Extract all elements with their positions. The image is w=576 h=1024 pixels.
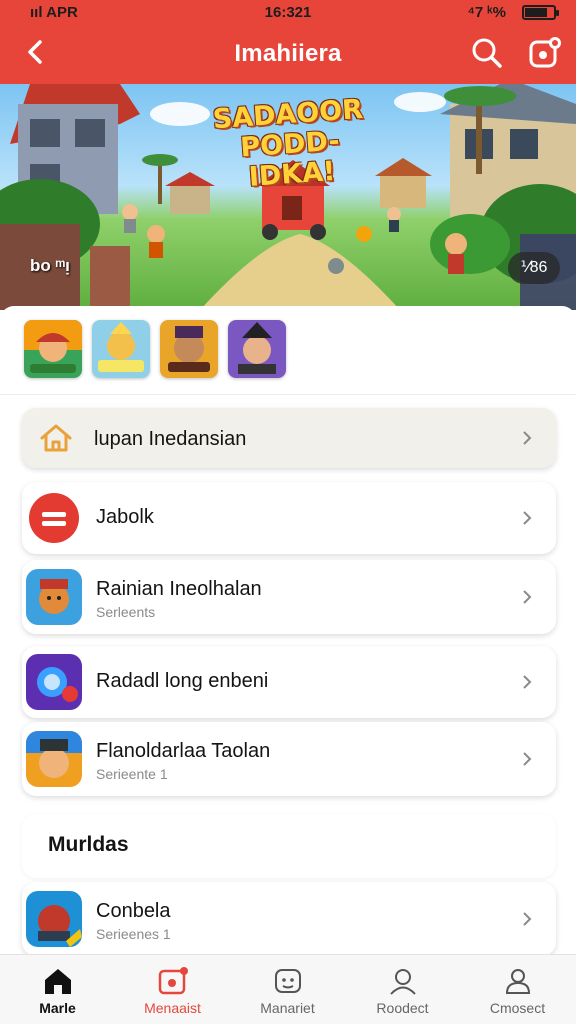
- tab-label: Menaaist: [144, 1000, 201, 1016]
- list-item-label: Conbela: [96, 900, 171, 922]
- list-item-label: Radadl long enbeni: [96, 670, 269, 692]
- game-icon: [26, 654, 82, 710]
- game-icon: [26, 731, 82, 787]
- notification-badge-icon: [529, 37, 561, 68]
- face-icon: [275, 969, 301, 993]
- list-item-subtitle: Serieente 1: [96, 766, 168, 782]
- chevron-right-icon: [523, 675, 532, 689]
- tab-home[interactable]: Marle: [0, 955, 115, 1024]
- game-icon: [26, 891, 82, 947]
- tab-label: Marle: [39, 1000, 76, 1016]
- list-item-subtitle: Serieenes 1: [96, 926, 171, 942]
- mini-app-1[interactable]: [24, 320, 82, 378]
- banner-title: SADAOOR PODD-IDKA!: [202, 94, 378, 196]
- home-icon: [40, 424, 72, 452]
- list-item-label: Flanoldarlaa Taolan: [96, 740, 271, 762]
- game-icon: [92, 320, 150, 378]
- chevron-right-icon: [523, 431, 532, 445]
- tab-label: Cmosect: [489, 1000, 546, 1016]
- battery-icon: [522, 5, 559, 20]
- tab-label: Manariet: [260, 1000, 315, 1016]
- inbox-icon: [158, 967, 188, 995]
- notifications-button[interactable]: [526, 34, 564, 72]
- tab-label: Roodect: [376, 1000, 429, 1016]
- list-item-label: Rainian Ineolhalan: [96, 578, 262, 600]
- banner-page-badge: ⅟86: [508, 252, 560, 284]
- chevron-right-icon: [523, 752, 532, 766]
- battery-percent: ⁴7 ᵏ%: [467, 4, 507, 21]
- profile-icon: [505, 969, 531, 994]
- bottom-tab-bar: Marle Menaaist Manariet Roodect Cmosect: [0, 954, 576, 1024]
- search-button[interactable]: [468, 34, 506, 72]
- chevron-right-icon: [523, 511, 532, 525]
- game-icon: [26, 569, 82, 625]
- person-icon: [390, 969, 416, 995]
- list-item-label: lupan Inedansian: [94, 428, 247, 450]
- game-icon: [24, 320, 82, 378]
- list-item[interactable]: Radadl long enbeni: [22, 646, 556, 718]
- mini-app-3[interactable]: [160, 320, 218, 378]
- red-circle-icon: [29, 493, 79, 543]
- mini-app-4[interactable]: [228, 320, 286, 378]
- status-bar: ııl APR 16:321 ⁴7 ᵏ%: [0, 0, 576, 26]
- list-item-subtitle: Serleents: [96, 604, 156, 620]
- game-icon: [228, 320, 286, 378]
- tab-inbox[interactable]: Menaaist: [115, 955, 230, 1024]
- app-header: ııl APR 16:321 ⁴7 ᵏ% Imahiiera: [0, 0, 576, 84]
- banner-label: bo ᵐᴉ: [30, 256, 70, 275]
- list-item[interactable]: Rainian Ineolhalan Serleents: [22, 560, 556, 634]
- list-item[interactable]: Jabolk: [22, 482, 556, 554]
- mini-app-2[interactable]: [92, 320, 150, 378]
- home-icon: [45, 969, 71, 994]
- section-divider: [0, 394, 576, 395]
- banner-title-line-2: PODD-IDKA!: [239, 125, 341, 193]
- section-title: Murldas: [48, 833, 129, 856]
- list-item-label: Jabolk: [96, 506, 154, 528]
- tab-market[interactable]: Manariet: [230, 955, 345, 1024]
- list-item[interactable]: Conbela Serieenes 1: [22, 882, 556, 956]
- tab-profile[interactable]: Cmosect: [460, 955, 575, 1024]
- chevron-right-icon: [523, 590, 532, 604]
- featured-banner[interactable]: SADAOOR PODD-IDKA! bo ᵐᴉ ⅟86: [0, 84, 576, 310]
- tab-product[interactable]: Roodect: [345, 955, 460, 1024]
- chevron-right-icon: [523, 912, 532, 926]
- list-item[interactable]: lupan Inedansian: [22, 408, 556, 468]
- game-icon: [160, 320, 218, 378]
- content-sheet: lupan Inedansian Jabolk Rainian Ineolhal…: [0, 306, 576, 956]
- mini-apps-row: [24, 320, 286, 380]
- list-item[interactable]: Flanoldarlaa Taolan Serieente 1: [22, 722, 556, 796]
- search-icon: [472, 38, 502, 68]
